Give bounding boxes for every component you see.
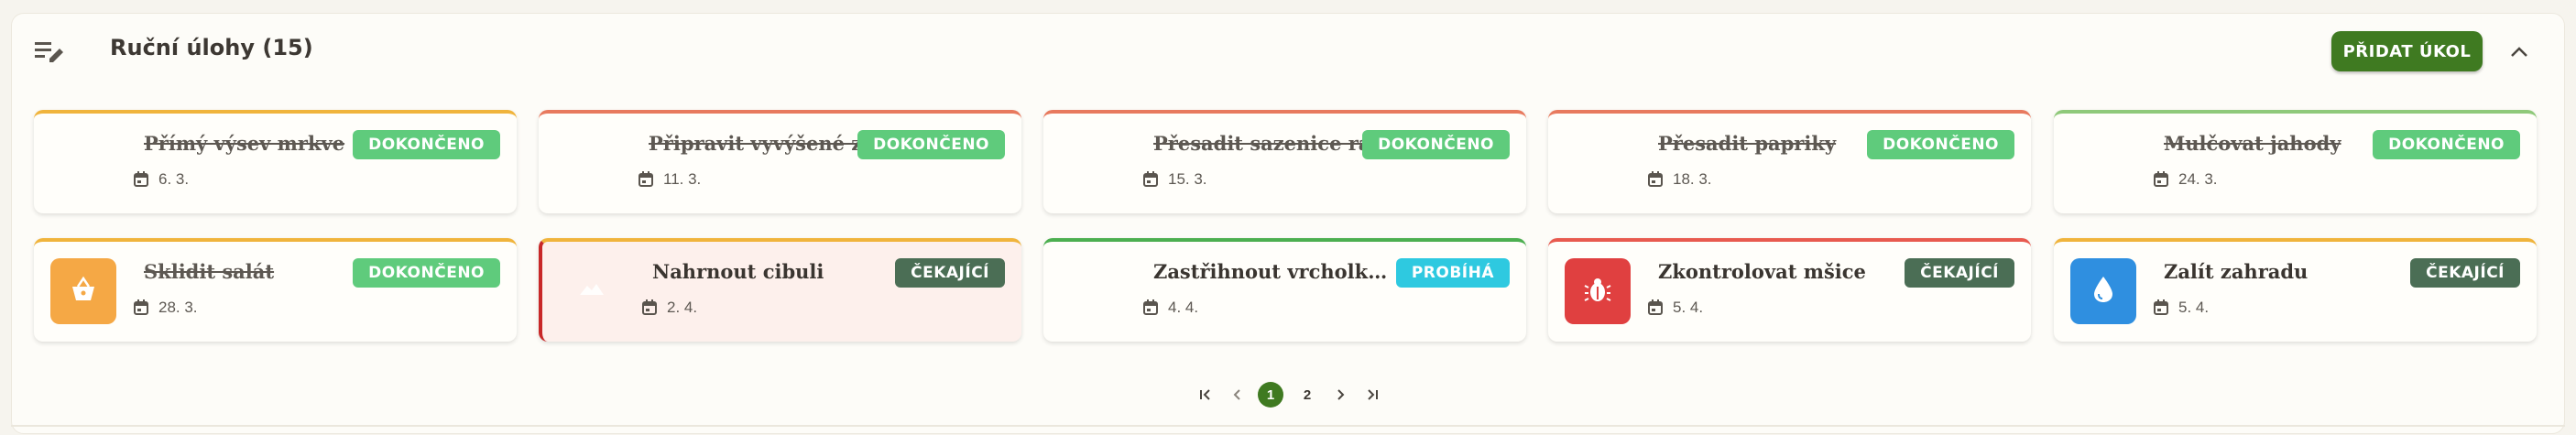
calendar-icon [2154, 171, 2168, 187]
task-date: 18. 3. [1647, 170, 1712, 189]
task-title: Přesadit papriky [1658, 132, 1837, 155]
divider [11, 425, 2565, 427]
bug-tile [1565, 258, 1631, 324]
basket-icon [68, 276, 99, 308]
calendar-icon [2154, 299, 2168, 315]
page-2[interactable]: 2 [1294, 382, 1320, 408]
task-tile [1060, 258, 1126, 324]
calendar-icon [642, 299, 657, 315]
water-drop-tile [2070, 258, 2136, 324]
task-date-label: 28. 3. [158, 299, 198, 316]
mound-icon [578, 280, 606, 303]
task-card[interactable]: Nahrnout cibuli 2. 4. ČEKAJÍCÍ [539, 238, 1021, 342]
task-card[interactable]: Zkontrolovat mšice 5. 4. ČEKAJÍCÍ [1548, 238, 2031, 342]
task-date-label: 5. 4. [1673, 299, 1704, 316]
task-tile [50, 130, 116, 196]
task-title: Nahrnout cibuli [652, 260, 824, 283]
task-date: 15. 3. [1142, 170, 1207, 189]
prev-page-button[interactable] [1227, 383, 1247, 407]
chevron-left-icon [1233, 389, 1240, 400]
task-date-label: 18. 3. [1673, 170, 1712, 188]
status-badge: DOKONČENO [353, 130, 500, 159]
task-card[interactable]: Přímý výsev mrkve 6. 3. DOKONČENO [34, 110, 517, 213]
task-title: Přesadit sazenice rajčat [1153, 132, 1396, 155]
task-tile [555, 130, 621, 196]
task-title: Mulčovat jahody [2164, 132, 2341, 155]
status-badge: ČEKAJÍCÍ [895, 258, 1005, 288]
task-date-label: 2. 4. [667, 299, 698, 316]
pagination: 1 2 [1195, 379, 1382, 410]
task-tile [2070, 130, 2136, 196]
last-page-icon [1368, 389, 1378, 400]
first-page-icon [1200, 389, 1210, 400]
basket-tile [50, 258, 116, 324]
task-date-label: 11. 3. [663, 170, 702, 188]
status-badge: DOKONČENO [1867, 130, 2014, 159]
task-date: 5. 4. [2153, 299, 2209, 317]
task-card[interactable]: Zalít zahradu 5. 4. ČEKAJÍCÍ [2054, 238, 2537, 342]
calendar-icon [134, 299, 148, 315]
task-card[interactable]: Připravit vyvýšené záhony 11. 3. DOKONČENO [539, 110, 1021, 213]
task-date: 6. 3. [133, 170, 189, 189]
calendar-icon [639, 171, 653, 187]
task-title: Připravit vyvýšené záhony [649, 132, 891, 155]
task-date-label: 15. 3. [1168, 170, 1207, 188]
task-title: Zalít zahradu [2164, 260, 2309, 283]
task-card[interactable]: Mulčovat jahody 24. 3. DOKONČENO [2054, 110, 2537, 213]
add-task-button[interactable]: PŘIDAT ÚKOL [2331, 31, 2483, 71]
last-page-button[interactable] [1362, 383, 1382, 407]
task-date-label: 6. 3. [158, 170, 190, 188]
task-title: Zastřihnout vrcholky bazalky [1153, 260, 1396, 283]
task-date: 28. 3. [133, 299, 198, 317]
next-page-button[interactable] [1331, 383, 1351, 407]
task-card[interactable]: Přesadit sazenice rajčat 15. 3. DOKONČENO [1043, 110, 1526, 213]
water-drop-icon [2091, 275, 2115, 309]
status-badge: ČEKAJÍCÍ [1905, 258, 2014, 288]
status-badge: DOKONČENO [353, 258, 500, 288]
task-date-label: 4. 4. [1168, 299, 1199, 316]
task-card[interactable]: Sklidit salát 28. 3. DOKONČENO [34, 238, 517, 342]
status-badge: DOKONČENO [857, 130, 1005, 159]
chevron-right-icon [1337, 389, 1345, 400]
calendar-icon [1648, 171, 1663, 187]
task-tile [1060, 130, 1126, 196]
task-date: 11. 3. [638, 170, 701, 189]
chevron-up-icon [2511, 47, 2527, 57]
manual-tasks-panel [11, 13, 2565, 434]
collapse-button[interactable] [2504, 37, 2535, 68]
calendar-icon [134, 171, 148, 187]
task-date-label: 24. 3. [2178, 170, 2218, 188]
task-title: Přímý výsev mrkve [144, 132, 345, 155]
status-badge: DOKONČENO [2373, 130, 2520, 159]
calendar-icon [1143, 171, 1158, 187]
section-title: Ruční úlohy (15) [110, 35, 313, 60]
task-date: 24. 3. [2153, 170, 2218, 189]
task-date: 5. 4. [1647, 299, 1703, 317]
task-date-label: 5. 4. [2178, 299, 2210, 316]
task-title: Zkontrolovat mšice [1658, 260, 1866, 283]
task-title: Sklidit salát [144, 260, 275, 283]
page-1[interactable]: 1 [1258, 382, 1283, 408]
status-badge: PROBÍHÁ [1395, 258, 1510, 288]
task-card[interactable]: Zastřihnout vrcholky bazalky 4. 4. PROBÍHÁ [1043, 238, 1526, 342]
task-card[interactable]: Přesadit papriky 18. 3. DOKONČENO [1548, 110, 2031, 213]
task-date: 4. 4. [1142, 299, 1198, 317]
edit-list-icon [35, 40, 66, 64]
status-badge: ČEKAJÍCÍ [2410, 258, 2520, 288]
task-tile [1565, 130, 1631, 196]
mound-tile [559, 258, 625, 324]
calendar-icon [1143, 299, 1158, 315]
calendar-icon [1648, 299, 1663, 315]
bug-icon [1584, 275, 1611, 309]
task-date: 2. 4. [641, 299, 697, 317]
status-badge: DOKONČENO [1362, 130, 1510, 159]
first-page-button[interactable] [1195, 383, 1216, 407]
